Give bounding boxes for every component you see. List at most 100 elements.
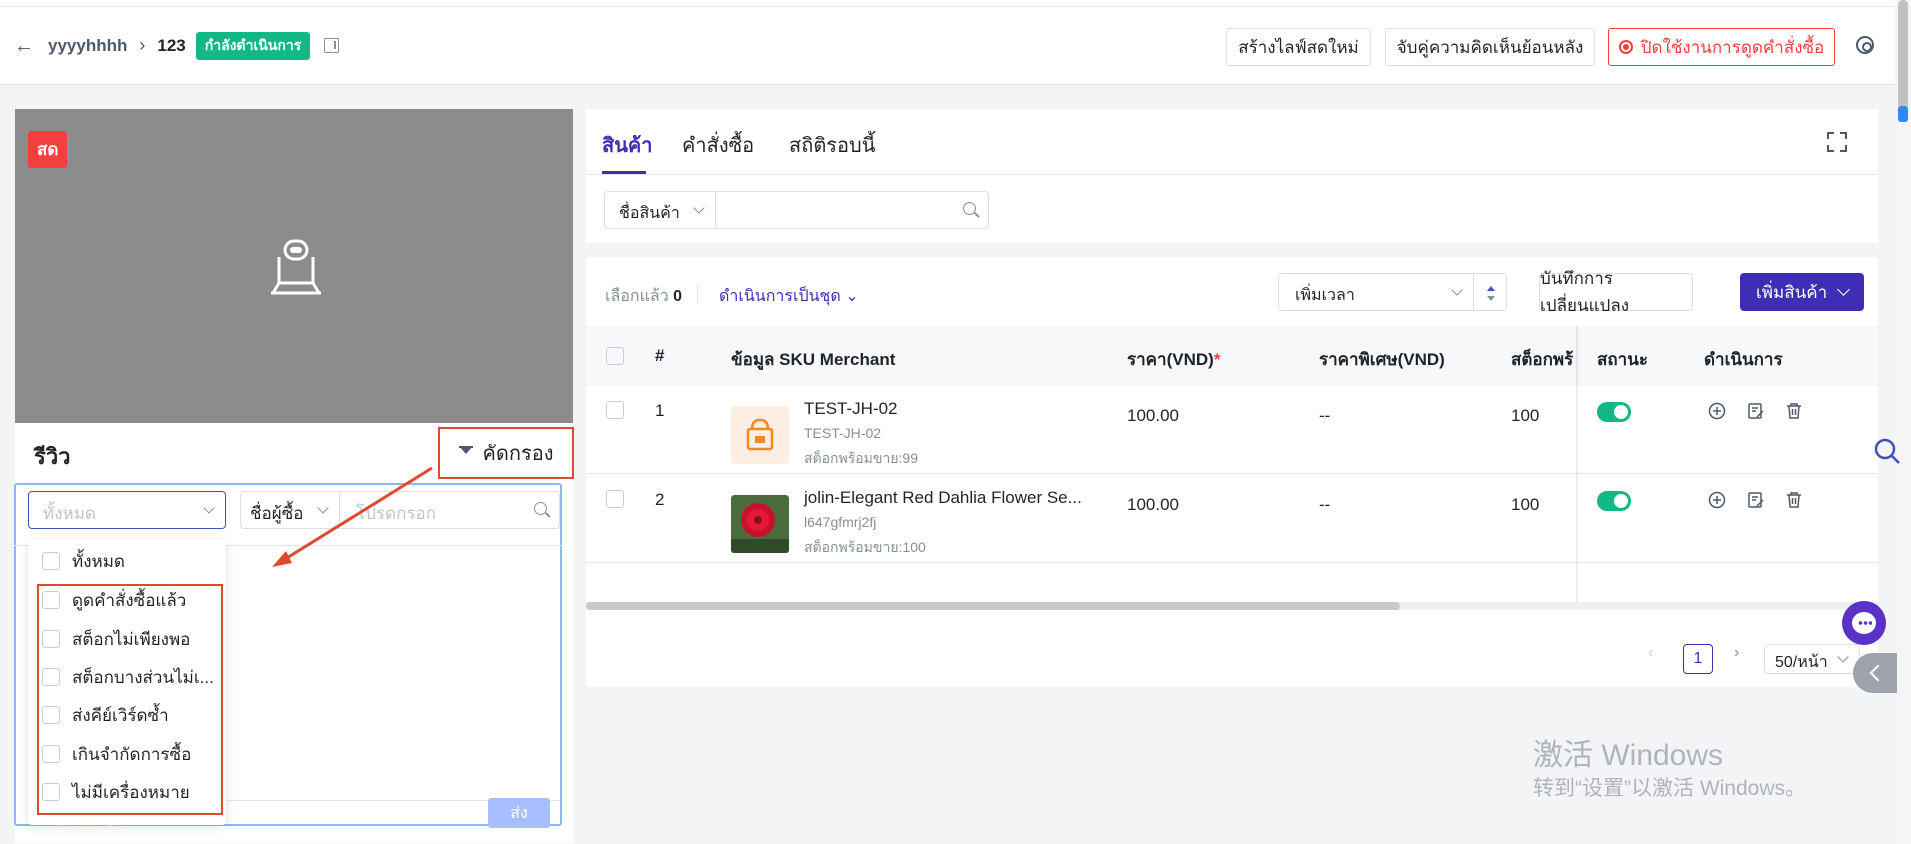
product-search-input[interactable] [715,191,989,229]
row-checkbox[interactable] [606,401,624,419]
stepper-arrows-icon [1487,286,1495,301]
table-row: 1 TEST-JH-02 TEST-JH-02 สต็อกพร้อมขาย:99… [586,386,1878,474]
divider [586,174,1878,175]
chevron-down-icon [1451,284,1463,296]
tab-orders[interactable]: คำสั่งซื้อ [682,129,754,161]
product-name: TEST-JH-02 [804,399,898,418]
selected-count: เลือกแล้ว 0 [605,284,682,309]
filter-button[interactable]: คัดกรอง [438,427,574,479]
page-number-current[interactable]: 1 [1683,644,1713,674]
selected-label: เลือกแล้ว [605,288,669,305]
chat-bubble-icon[interactable] [1842,601,1886,645]
send-button[interactable]: ส่ง [488,798,550,828]
add-circle-icon[interactable] [1708,402,1726,420]
divider [697,284,698,304]
add-circle-icon[interactable] [1708,491,1726,509]
chevron-down-icon [693,202,705,214]
add-time-label: เพิ่มเวลา [1295,287,1355,304]
breadcrumb-current: 123 [157,35,186,55]
product-tabs-card: สินค้า คำสั่งซื้อ สถิติรอบนี้ ชื่อสินค้า [586,109,1878,243]
search-icon[interactable] [963,202,976,215]
search-icon[interactable] [534,502,547,515]
option-label: ทั้งหมด [72,551,125,571]
dropdown-option[interactable]: ทั้งหมด [42,546,125,576]
windows-activation-watermark-subtitle: 转到“设置”以激活 Windows。 [1533,777,1807,800]
prev-page-icon[interactable]: ‹ [1648,644,1653,662]
time-stepper[interactable] [1473,273,1507,311]
trash-icon[interactable] [1785,402,1803,420]
price-cell: 100.00 [1127,406,1179,425]
tab-products[interactable]: สินค้า [602,129,653,161]
edit-icon[interactable] [1747,402,1765,420]
product-stock-available: สต็อกพร้อมขาย:100 [804,539,926,555]
chevron-down-icon: ⌄ [845,288,859,305]
checkbox[interactable] [42,552,60,570]
review-status-select[interactable]: ทั้งหมด [28,491,226,529]
special-price-cell: -- [1319,406,1331,425]
save-changes-button[interactable]: บันทึกการเปลี่ยนแปลง [1539,269,1693,315]
shopping-bag-icon [731,406,789,464]
sticky-column-shadow [1576,326,1579,602]
product-field-select[interactable]: ชื่อสินค้า [604,191,716,229]
next-page-icon[interactable]: › [1734,644,1739,662]
select-all-checkbox[interactable] [606,347,624,365]
status-toggle[interactable] [1597,491,1631,511]
chevron-down-icon [203,502,215,514]
column-header-stock: สต็อกพร้ [1511,350,1573,369]
bulk-action-dropdown[interactable]: ดำเนินการเป็นชุด ⌄ [719,284,859,309]
scrollbar-thumb[interactable] [586,602,1400,610]
disable-order-capture-button[interactable]: ปิดใช้งานการดูดคำสั่งซื้อ [1608,28,1835,66]
column-header-sku: ข้อมูล SKU Merchant [731,350,896,369]
add-product-label: เพิ่มสินค้า [1756,282,1828,302]
selected-number: 0 [673,288,683,305]
chevron-right-icon: › [139,35,146,55]
gear-icon[interactable] [1856,36,1874,54]
special-price-cell: -- [1319,495,1331,514]
required-mark: * [1213,350,1221,369]
funnel-icon [458,446,473,460]
annotation-highlight-box [37,584,223,815]
column-header-price: ราคา(VND)* [1127,346,1220,373]
live-badge: สด [28,131,68,168]
table-horizontal-scrollbar[interactable] [586,602,1878,610]
live-video-area: สด [15,109,573,423]
arrow-left-icon[interactable]: ← [14,36,34,56]
product-stock-available: สต็อกพร้อมขาย:99 [804,450,919,466]
match-feedback-button[interactable]: จับคู่ความคิดเห็นย้อนหลัง [1385,28,1595,66]
search-icon[interactable] [1873,437,1901,465]
breadcrumb-parent[interactable]: yyyyhhhh [48,36,127,56]
product-sku: l647gfmrj2fj [804,514,877,530]
tab-statistics[interactable]: สถิติรอบนี้ [789,129,875,161]
review-search-input[interactable]: โปรดกรอก [339,491,560,529]
product-field-label: ชื่อสินค้า [619,205,680,222]
product-sku: TEST-JH-02 [804,425,882,441]
status-toggle[interactable] [1597,402,1631,422]
column-header-actions: ดำเนินการ [1704,350,1783,369]
add-time-select[interactable]: เพิ่มเวลา [1278,273,1474,311]
buyer-field-label: ชื่อผู้ซื้อ [250,504,304,523]
page-scrollbar[interactable] [1895,0,1911,844]
review-search-placeholder: โปรดกรอก [356,504,437,523]
page-size-select[interactable]: 50/หน้า [1764,644,1860,674]
product-name: jolin-Elegant Red Dahlia Flower Se... [804,488,1082,507]
document-icon[interactable] [324,38,340,53]
edit-icon[interactable] [1747,491,1765,509]
disable-order-capture-label: ปิดใช้งานการดูดคำสั่งซื้อ [1640,37,1825,57]
column-header-index: # [655,346,665,365]
buyer-field-select[interactable]: ชื่อผู้ซื้อ [240,491,340,529]
fullscreen-icon[interactable] [1826,131,1848,153]
table-header: # ข้อมูล SKU Merchant ราคา(VND)* ราคาพิเ… [586,326,1878,386]
column-header-status: สถานะ [1597,350,1648,369]
trash-icon[interactable] [1785,491,1803,509]
product-table-card: เลือกแล้ว 0 ดำเนินการเป็นชุด ⌄ เพิ่มเวลา… [586,257,1878,687]
review-title: รีวิว [34,444,71,469]
create-live-button[interactable]: สร้างไลฟ์สดใหม่ [1226,28,1371,66]
table-row: 2 jolin-Elegant Red Dahlia Flower Se... … [586,475,1878,563]
chevron-down-icon [1837,651,1849,663]
row-checkbox[interactable] [606,490,624,508]
stock-cell: 100 [1511,406,1540,425]
collapse-panel-button[interactable] [1853,653,1897,693]
add-product-button[interactable]: เพิ่มสินค้า [1740,273,1864,311]
red-dahlia-photo [731,495,789,553]
review-status-placeholder: ทั้งหมด [43,504,96,523]
